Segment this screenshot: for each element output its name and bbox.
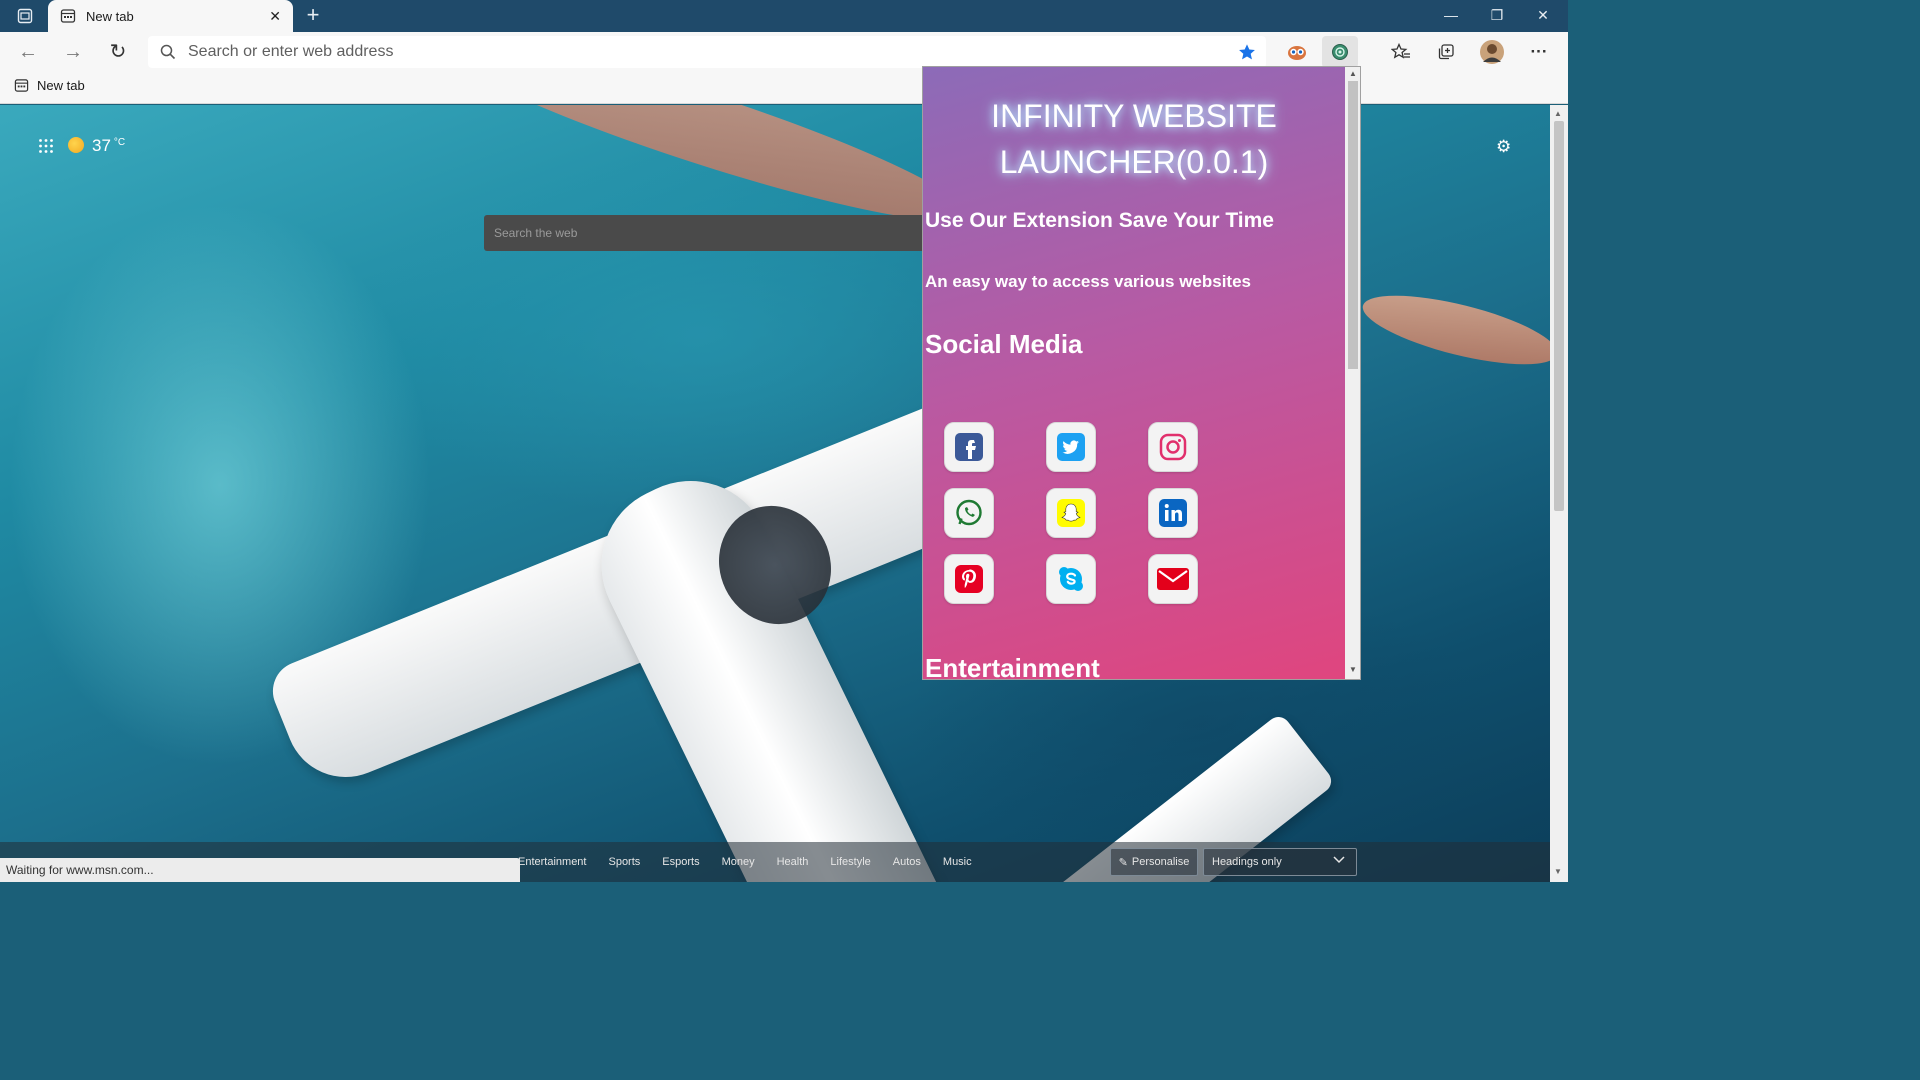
linkedin-link[interactable] — [1148, 488, 1198, 538]
favorite-star-icon[interactable] — [1238, 43, 1256, 61]
title-bar: New tab ✕ + — ❐ ✕ — [0, 0, 1568, 32]
app-launcher-icon[interactable] — [38, 138, 54, 159]
headings-dropdown[interactable]: Headings only — [1203, 848, 1357, 876]
tab-title: New tab — [86, 8, 134, 24]
search-icon — [160, 44, 176, 60]
linkedin-icon — [1159, 499, 1187, 527]
facebook-icon — [955, 433, 983, 461]
snapchat-icon — [1057, 499, 1085, 527]
collections-icon[interactable] — [1428, 36, 1464, 68]
extension-owl-icon[interactable] — [1279, 36, 1315, 68]
mail-link[interactable] — [1148, 554, 1198, 604]
favorite-new-tab[interactable]: New tab — [14, 78, 85, 93]
close-window-button[interactable]: ✕ — [1520, 0, 1566, 32]
page-scrollbar[interactable]: ▲ ▼ — [1550, 105, 1568, 882]
whatsapp-icon — [956, 499, 982, 526]
pinterest-icon — [955, 565, 983, 593]
extension-title: INFINITY WEBSITE LAUNCHER(0.0.1) — [923, 93, 1345, 185]
weather-temperature: 37 — [92, 136, 111, 155]
personalise-button[interactable]: ✎ Personalise — [1110, 848, 1198, 876]
category-health[interactable]: Health — [777, 856, 809, 868]
status-bar: Waiting for www.msn.com... — [0, 858, 520, 882]
personalise-label: Personalise — [1131, 856, 1190, 868]
new-tab-page-icon — [14, 79, 29, 92]
section-heading-social: Social Media — [925, 329, 1083, 359]
mail-icon — [1157, 568, 1189, 590]
more-options-icon[interactable]: ··· — [1521, 36, 1557, 68]
category-esports[interactable]: Esports — [662, 856, 699, 868]
partly-sunny-icon — [68, 137, 84, 153]
scroll-up-arrow-icon[interactable]: ▲ — [1349, 69, 1357, 78]
favorite-label: New tab — [37, 78, 85, 93]
category-entertainment[interactable]: Entertainment — [518, 856, 586, 868]
extension-tagline: Use Our Extension Save Your Time — [925, 209, 1274, 232]
snapchat-link[interactable] — [1046, 488, 1096, 538]
chevron-down-icon — [1332, 854, 1346, 868]
pinterest-link[interactable] — [944, 554, 994, 604]
back-button[interactable]: ← — [12, 38, 44, 66]
new-tab-page-icon — [60, 9, 76, 23]
category-money[interactable]: Money — [722, 856, 755, 868]
scroll-down-arrow-icon[interactable]: ▼ — [1554, 867, 1562, 876]
popup-scrollbar-thumb[interactable] — [1348, 81, 1358, 369]
scroll-down-arrow-icon[interactable]: ▼ — [1349, 665, 1357, 674]
tab-actions-icon — [17, 8, 33, 24]
close-tab-icon[interactable]: ✕ — [269, 8, 281, 25]
section-heading-entertainment: Entertainment — [925, 653, 1100, 679]
pencil-icon: ✎ — [1118, 856, 1128, 869]
new-tab-button[interactable]: + — [300, 3, 326, 29]
category-lifestyle[interactable]: Lifestyle — [830, 856, 870, 868]
weather-widget[interactable]: 37 °C — [68, 135, 125, 156]
category-sports[interactable]: Sports — [608, 856, 640, 868]
skype-link[interactable] — [1046, 554, 1096, 604]
refresh-button[interactable]: ↻ — [102, 38, 134, 66]
skype-icon — [1059, 567, 1083, 591]
extension-title-line1: INFINITY WEBSITE — [991, 98, 1277, 134]
minimize-button[interactable]: — — [1428, 0, 1474, 32]
twitter-icon — [1057, 433, 1085, 461]
profile-avatar[interactable] — [1474, 36, 1510, 68]
twitter-link[interactable] — [1046, 422, 1096, 472]
headings-selected-value: Headings only — [1212, 856, 1282, 868]
instagram-icon — [1159, 433, 1187, 461]
popup-scrollbar[interactable]: ▲ ▼ — [1345, 67, 1360, 679]
tab-new-tab[interactable]: New tab ✕ — [48, 0, 293, 32]
facebook-link[interactable] — [944, 422, 994, 472]
instagram-link[interactable] — [1148, 422, 1198, 472]
extension-subtitle: An easy way to access various websites — [925, 272, 1252, 291]
favorites-icon[interactable] — [1383, 36, 1419, 68]
restore-button[interactable]: ❐ — [1474, 0, 1520, 32]
extension-title-line2: LAUNCHER(0.0.1) — [999, 144, 1269, 180]
scroll-up-arrow-icon[interactable]: ▲ — [1554, 109, 1562, 118]
background-image-reef — [1356, 281, 1550, 379]
category-music[interactable]: Music — [943, 856, 972, 868]
extension-popup: INFINITY WEBSITE LAUNCHER(0.0.1) Use Our… — [922, 66, 1361, 680]
page-scrollbar-thumb[interactable] — [1554, 121, 1564, 511]
whatsapp-link[interactable] — [944, 488, 994, 538]
category-autos[interactable]: Autos — [893, 856, 921, 868]
address-bar[interactable]: Search or enter web address — [148, 36, 1266, 68]
web-search-box[interactable] — [484, 215, 924, 251]
weather-unit: °C — [113, 137, 126, 148]
category-list: Entertainment Sports Esports Money Healt… — [518, 856, 972, 868]
extension-launcher-icon[interactable] — [1322, 36, 1358, 68]
extension-popup-content: INFINITY WEBSITE LAUNCHER(0.0.1) Use Our… — [923, 67, 1345, 679]
address-placeholder: Search or enter web address — [188, 43, 394, 60]
web-search-input[interactable] — [494, 226, 914, 240]
tab-actions-button[interactable] — [8, 4, 42, 28]
page-settings-gear-icon[interactable]: ⚙ — [1496, 137, 1511, 157]
forward-button[interactable]: → — [57, 38, 89, 66]
